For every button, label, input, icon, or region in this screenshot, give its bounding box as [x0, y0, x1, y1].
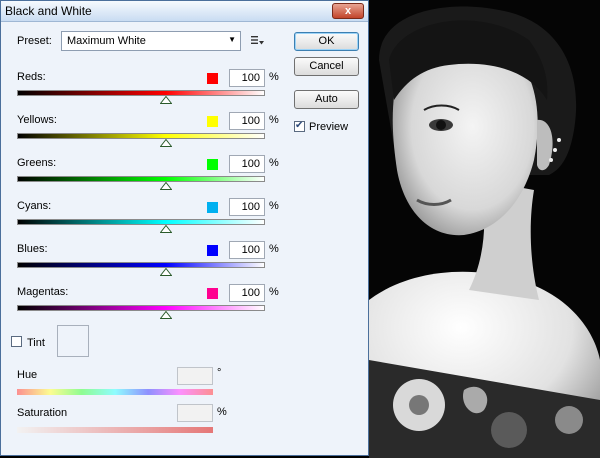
saturation-percent-unit: %	[217, 406, 227, 418]
blues-swatch	[207, 245, 218, 256]
saturation-input	[177, 404, 213, 422]
reds-percent-unit: %	[269, 71, 279, 83]
reds-swatch	[207, 73, 218, 84]
magentas-value-input[interactable]: 100	[229, 284, 265, 302]
reds-row: Reds: 100%	[1, 69, 291, 111]
magentas-row: Magentas: 100%	[1, 284, 291, 326]
title-bar[interactable]: Black and White x	[1, 1, 368, 22]
ok-button[interactable]: OK	[294, 32, 359, 51]
tint-label: Tint	[27, 337, 45, 349]
blues-slider-thumb-icon[interactable]	[159, 268, 172, 276]
reds-slider-track[interactable]	[17, 90, 265, 96]
blues-label: Blues:	[17, 243, 48, 255]
hue-label: Hue	[17, 369, 38, 381]
cyans-percent-unit: %	[269, 200, 279, 212]
auto-button[interactable]: Auto	[294, 90, 359, 109]
hue-slider-track	[17, 389, 213, 395]
yellows-swatch	[207, 116, 218, 127]
cyans-swatch	[207, 202, 218, 213]
magentas-label: Magentas:	[17, 286, 69, 298]
preset-label: Preset:	[17, 35, 52, 47]
yellows-value-input[interactable]: 100	[229, 112, 265, 130]
preset-value: Maximum White	[67, 35, 146, 47]
reds-value-input[interactable]: 100	[229, 69, 265, 87]
preview-checkbox[interactable]	[294, 120, 305, 132]
hue-degree-unit: °	[217, 367, 222, 379]
cyans-label: Cyans:	[17, 200, 52, 212]
cancel-button[interactable]: Cancel	[294, 57, 359, 76]
magentas-slider-track[interactable]	[17, 305, 265, 311]
reds-label: Reds:	[17, 71, 46, 83]
cyans-slider-thumb-icon[interactable]	[159, 225, 172, 233]
cyans-row: Cyans: 100%	[1, 198, 291, 240]
reds-slider-thumb-icon[interactable]	[159, 96, 172, 104]
cyans-value-input[interactable]: 100	[229, 198, 265, 216]
black-and-white-dialog: Black and White x Preset: Maximum White …	[0, 0, 369, 456]
greens-row: Greens: 100%	[1, 155, 291, 197]
greens-slider-thumb-icon[interactable]	[159, 182, 172, 190]
tint-checkbox[interactable]	[11, 336, 22, 347]
blues-row: Blues: 100%	[1, 241, 291, 283]
preset-dropdown[interactable]: Maximum White ▼	[61, 31, 241, 51]
dialog-title: Black and White	[5, 4, 92, 18]
portrait-image	[369, 0, 600, 458]
cyans-slider-track[interactable]	[17, 219, 265, 225]
yellows-row: Yellows: 100%	[1, 112, 291, 154]
dropdown-arrow-icon: ▼	[228, 35, 236, 44]
greens-percent-unit: %	[269, 157, 279, 169]
greens-swatch	[207, 159, 218, 170]
blues-percent-unit: %	[269, 243, 279, 255]
preset-options-icon[interactable]	[249, 32, 265, 48]
magentas-swatch	[207, 288, 218, 299]
yellows-percent-unit: %	[269, 114, 279, 126]
yellows-slider-thumb-icon[interactable]	[159, 139, 172, 147]
greens-slider-track[interactable]	[17, 176, 265, 182]
preview-label: Preview	[309, 121, 349, 133]
yellows-slider-track[interactable]	[17, 133, 265, 139]
yellows-label: Yellows:	[17, 114, 57, 126]
magentas-percent-unit: %	[269, 286, 279, 298]
saturation-slider-track	[17, 427, 213, 433]
saturation-label: Saturation	[17, 407, 68, 419]
greens-label: Greens:	[17, 157, 57, 169]
close-button[interactable]: x	[332, 3, 364, 19]
tint-color-swatch	[57, 325, 89, 357]
preview-photo	[369, 0, 600, 458]
hue-input	[177, 367, 213, 385]
greens-value-input[interactable]: 100	[229, 155, 265, 173]
magentas-slider-thumb-icon[interactable]	[159, 311, 172, 319]
blues-slider-track[interactable]	[17, 262, 265, 268]
blues-value-input[interactable]: 100	[229, 241, 265, 259]
